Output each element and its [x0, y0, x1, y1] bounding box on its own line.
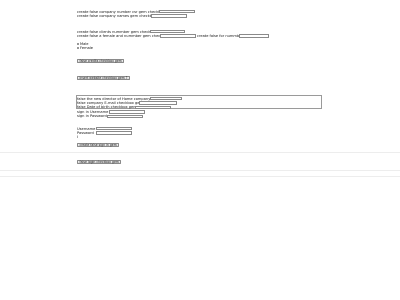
date-of-birth-input[interactable]: [135, 105, 171, 109]
divider: [0, 176, 400, 177]
username-input[interactable]: [96, 127, 132, 131]
company-email-input[interactable]: [139, 101, 177, 105]
insert-website-button[interactable]: insert website checkbox gem ?: [77, 75, 130, 80]
female-label: Female: [80, 46, 93, 50]
company-number-input[interactable]: [159, 10, 195, 14]
sign-in-password-label: sign in Password: [77, 114, 107, 118]
sign-in-password-input[interactable]: [107, 114, 143, 118]
save-credits-button[interactable]: false credits checkbox gem: [77, 59, 125, 64]
for-number-input[interactable]: [239, 34, 269, 38]
password-input[interactable]: [96, 131, 132, 135]
divider: [0, 170, 400, 171]
sign-in-username-input[interactable]: [109, 110, 145, 114]
for-number-label: create false for nummber: [197, 33, 243, 38]
female-number-input[interactable]: [160, 34, 196, 38]
director-input[interactable]: [150, 97, 182, 101]
female-number-label: create false a female and nummber gem ch…: [77, 33, 169, 38]
false-login-button[interactable]: false login checkbox gem: [77, 159, 122, 164]
divider: [0, 152, 400, 153]
company-names-label: create false company names gem checkbox: [77, 13, 157, 18]
date-of-birth-label: false Date of birth checkbox gem: [77, 105, 137, 109]
create-sign-in-button[interactable]: create false sign in gem: [77, 142, 120, 147]
extra-label: I: [77, 135, 79, 139]
password-label: Password: [77, 130, 94, 135]
company-names-input[interactable]: [151, 14, 187, 18]
